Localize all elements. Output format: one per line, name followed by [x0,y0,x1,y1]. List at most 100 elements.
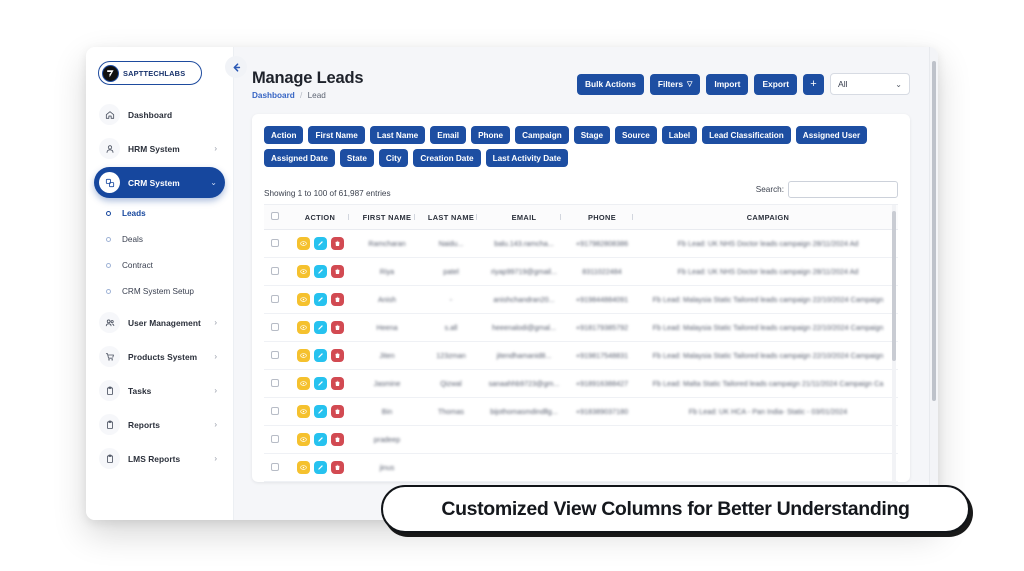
column-chip-last-activity-date[interactable]: Last Activity Date [485,149,569,167]
sidebar-item-crm-system[interactable]: CRM System ⌄ [94,167,225,198]
delete-row-button[interactable] [330,293,344,306]
row-select-cell [264,369,286,398]
edit-row-button[interactable] [313,237,327,250]
edit-row-button[interactable] [313,377,327,390]
column-header-campaign[interactable]: CAMPAIGN [638,205,898,230]
column-header-email[interactable]: EMAIL [482,205,566,230]
table-row[interactable]: Anish - anishchandran20... +919844884091 Fb … [264,285,898,314]
column-chip-creation-date[interactable]: Creation Date [413,149,481,167]
edit-row-button[interactable] [313,461,327,474]
edit-row-button[interactable] [313,293,327,306]
leads-table-scroll[interactable]: ACTION FIRST NAME LAST NAME EMAIL PHONE … [264,204,898,482]
column-chip-phone[interactable]: Phone [471,126,511,144]
column-chip-lead-classification[interactable]: Lead Classification [702,126,791,144]
sidebar-item-reports[interactable]: Reports › [94,409,225,440]
row-actions-cell [286,425,354,454]
column-chip-city[interactable]: City [378,149,409,167]
logo-mark-icon [102,64,119,82]
sidebar-item-hrm-system[interactable]: HRM System › [94,133,225,164]
edit-row-button[interactable] [313,349,327,362]
row-checkbox[interactable] [271,406,279,415]
delete-row-button[interactable] [330,461,344,474]
row-actions-cell [286,313,354,342]
column-header-last-name[interactable]: LAST NAME [420,205,482,230]
table-row[interactable]: Jasmine Qizwal sanaahhb9723@gm... +91891638… [264,369,898,398]
edit-row-button[interactable] [313,321,327,334]
delete-row-button[interactable] [330,405,344,418]
column-chip-label[interactable]: Label [661,126,698,144]
delete-row-button[interactable] [330,433,344,446]
view-row-button[interactable] [296,377,310,390]
sidebar-subitem-leads[interactable]: Leads [94,201,225,226]
column-chip-assigned-date[interactable]: Assigned Date [264,149,335,167]
row-select-cell [264,257,286,286]
delete-row-button[interactable] [330,265,344,278]
column-chip-email[interactable]: Email [430,126,467,144]
column-header-first-name[interactable]: FIRST NAME [354,205,420,230]
edit-row-button[interactable] [313,405,327,418]
view-row-button[interactable] [296,433,310,446]
import-button[interactable]: Import [706,73,749,95]
page-scrollbar-thumb[interactable] [931,61,936,401]
column-chip-action[interactable]: Action [264,126,304,144]
row-checkbox[interactable] [271,322,279,331]
row-checkbox[interactable] [271,350,279,359]
column-chip-assigned-user[interactable]: Assigned User [795,126,868,144]
table-row[interactable]: pradeep [264,425,898,454]
view-row-button[interactable] [296,321,310,334]
column-chip-source[interactable]: Source [615,126,657,144]
row-checkbox[interactable] [271,266,279,275]
sidebar-item-user-management[interactable]: User Management › [94,307,225,338]
table-row[interactable]: Jiten 123zman jitendhamanid8... +9198175488… [264,341,898,370]
view-row-button[interactable] [296,293,310,306]
sidebar-subitem-crm-system-setup[interactable]: CRM System Setup [94,279,225,304]
cell-first-name: Ramcharan [354,229,420,258]
row-checkbox[interactable] [271,294,279,303]
sidebar-item-tasks[interactable]: Tasks › [94,375,225,406]
app-logo[interactable]: SAPTTECHLABS [98,61,202,85]
row-checkbox[interactable] [271,434,279,443]
delete-row-button[interactable] [330,321,344,334]
table-scrollbar-thumb[interactable] [892,211,896,361]
edit-row-button[interactable] [313,265,327,278]
table-row[interactable]: Bin Thomas bijothomasmdindllg... +918389037… [264,397,898,426]
select-all-checkbox[interactable] [271,212,279,220]
row-checkbox[interactable] [271,462,279,471]
search-input[interactable] [788,181,898,198]
edit-row-button[interactable] [313,433,327,446]
delete-row-button[interactable] [330,377,344,390]
sidebar-subitem-deals[interactable]: Deals [94,227,225,252]
sidebar-item-dashboard[interactable]: Dashboard [94,99,225,130]
table-row[interactable]: jinus [264,453,898,482]
arrow-left-icon[interactable] [225,56,247,78]
column-header-action[interactable]: ACTION [286,205,354,230]
view-filter-select[interactable]: All ⌄ [830,73,910,95]
filters-button[interactable]: Filters ▽ [649,73,701,95]
delete-row-button[interactable] [330,349,344,362]
table-row[interactable]: Heena s.all heeenalodi@gmal... +91817938579… [264,313,898,342]
sidebar-item-lms-reports[interactable]: LMS Reports › [94,443,225,474]
column-chip-campaign[interactable]: Campaign [515,126,569,144]
column-header-phone[interactable]: PHONE [566,205,638,230]
row-checkbox[interactable] [271,378,279,387]
view-row-button[interactable] [296,405,310,418]
row-checkbox[interactable] [271,238,279,247]
view-row-button[interactable] [296,237,310,250]
sidebar-item-products-system[interactable]: Products System › [94,341,225,372]
sidebar-subitem-contract[interactable]: Contract [94,253,225,278]
column-chip-first-name[interactable]: First Name [308,126,365,144]
table-row[interactable]: Ramcharan Naidu... balu.143.ramcha... +9179… [264,229,898,258]
bulk-actions-button[interactable]: Bulk Actions [576,73,644,95]
delete-row-button[interactable] [330,237,344,250]
add-button[interactable]: + [803,73,824,95]
column-chip-stage[interactable]: Stage [573,126,611,144]
breadcrumb-dashboard-link[interactable]: Dashboard [252,91,295,100]
view-row-button[interactable] [296,265,310,278]
search-label: Search: [755,185,784,194]
view-row-button[interactable] [296,349,310,362]
column-chip-last-name[interactable]: Last Name [369,126,426,144]
column-chip-state[interactable]: State [339,149,374,167]
view-row-button[interactable] [296,461,310,474]
table-row[interactable]: Riya patel riyap99719@gmail... 8311022484 Fb… [264,257,898,286]
export-button[interactable]: Export [754,73,797,95]
